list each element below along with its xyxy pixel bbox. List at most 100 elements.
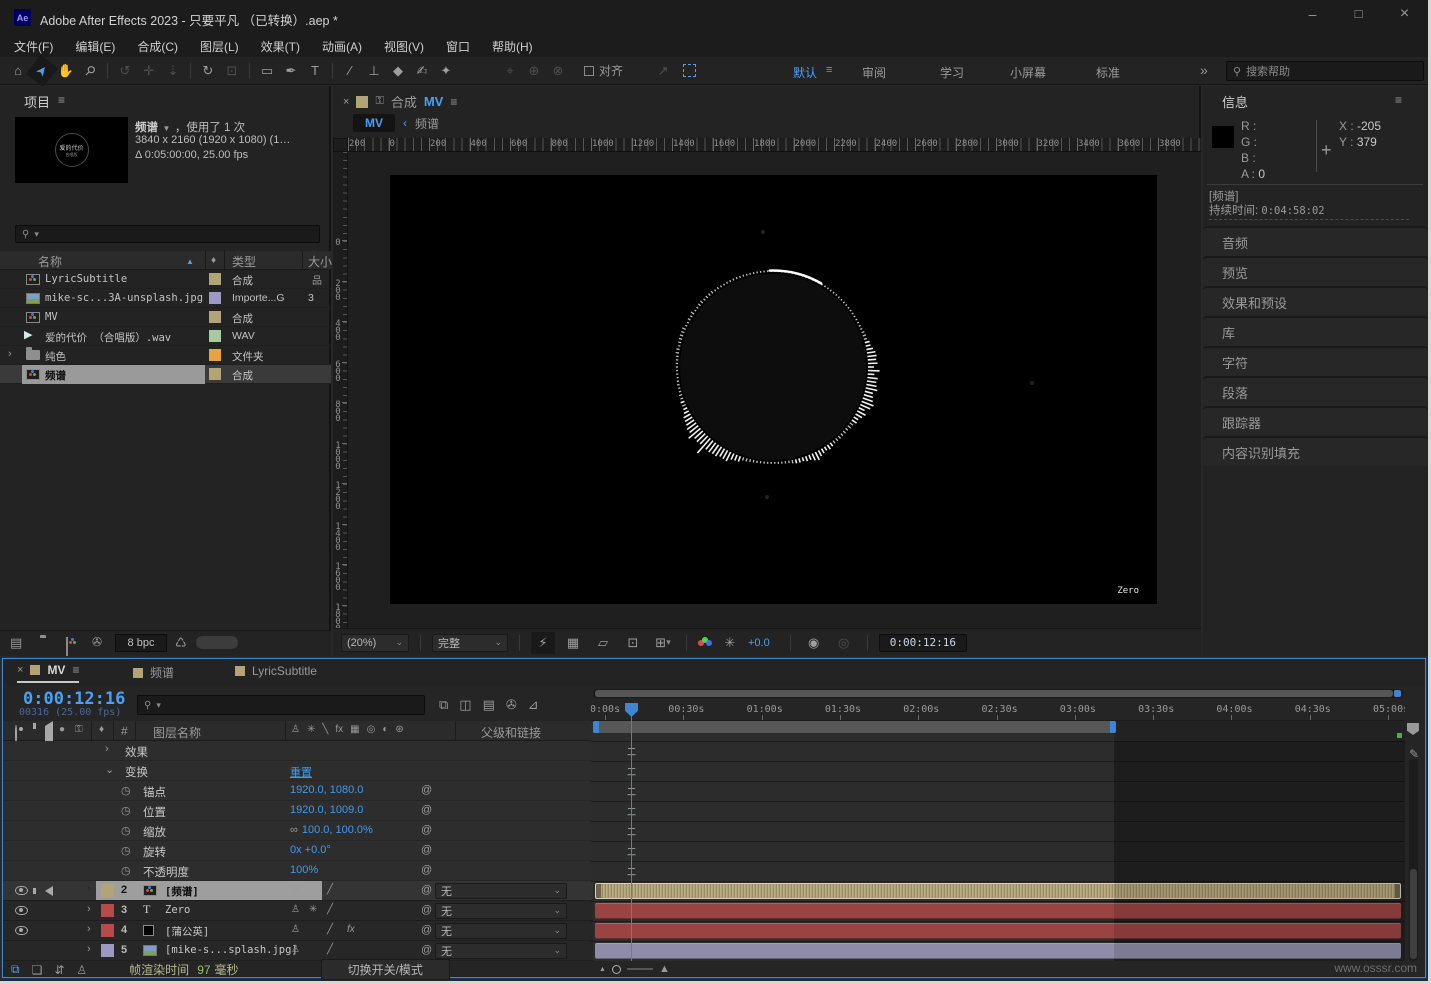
snapshot-icon[interactable]: ◉ bbox=[802, 632, 826, 654]
type-tool-icon[interactable]: T bbox=[303, 60, 327, 82]
pick-whip-icon[interactable]: @ bbox=[421, 824, 432, 836]
label-column-icon[interactable]: ♦ bbox=[211, 255, 216, 266]
puppet-pin-tool-icon[interactable]: ✦ bbox=[434, 60, 458, 82]
layer-expander-icon[interactable]: › bbox=[87, 903, 91, 915]
eye-toggle[interactable] bbox=[15, 886, 28, 895]
layer-bar-4[interactable] bbox=[595, 923, 1401, 939]
eraser-tool-icon[interactable]: ◆ bbox=[386, 60, 410, 82]
pick-whip-icon[interactable]: @ bbox=[421, 884, 432, 896]
menu-item-4[interactable]: 效果(T) bbox=[261, 38, 300, 55]
column-type[interactable]: 类型 bbox=[232, 253, 256, 270]
panel-tab-2[interactable]: 效果和预设 bbox=[1203, 286, 1428, 316]
property-value[interactable]: 重置 bbox=[290, 764, 312, 780]
property-name[interactable]: 缩放 bbox=[143, 824, 166, 840]
region-of-interest-icon[interactable]: ⊡ bbox=[621, 632, 645, 654]
workspace-menu-icon[interactable]: ≡ bbox=[826, 64, 832, 76]
quality-switch[interactable]: ╱ bbox=[327, 884, 333, 895]
exposure-reset-icon[interactable]: ✳ bbox=[718, 632, 742, 654]
comp-marker-bin[interactable] bbox=[1407, 723, 1419, 735]
layer-name-column[interactable]: 图层名称 bbox=[153, 724, 201, 741]
work-area-bar[interactable] bbox=[593, 721, 1116, 733]
toggle-switches-button[interactable]: 切换开关/模式 bbox=[321, 959, 450, 980]
property-value[interactable]: 100% bbox=[290, 864, 318, 876]
parent-dropdown[interactable]: 无⌄ bbox=[435, 903, 567, 919]
property-name[interactable]: 位置 bbox=[143, 804, 166, 820]
viewer-timecode[interactable]: 0:00:12:16 bbox=[879, 634, 967, 652]
layer-bar-5[interactable] bbox=[595, 943, 1401, 959]
switch-col-icon-1[interactable]: ✳ bbox=[307, 724, 315, 735]
property-row-不透明度[interactable]: ◷不透明度100%@ bbox=[3, 861, 593, 881]
property-row-效果[interactable]: ›效果 bbox=[3, 741, 593, 761]
clone-stamp-tool-icon[interactable]: ⊥ bbox=[362, 60, 386, 82]
panel-tab-4[interactable]: 字符 bbox=[1203, 346, 1428, 376]
project-row-3[interactable]: ▶爱的代价 （合唱版）.wavWAV bbox=[0, 327, 331, 346]
project-search-input[interactable]: ⚲▾ bbox=[15, 225, 320, 243]
layer-label-swatch[interactable] bbox=[101, 884, 114, 897]
tab-close-icon[interactable]: × bbox=[17, 664, 23, 676]
group-name[interactable]: 变换 bbox=[125, 764, 148, 780]
menu-item-2[interactable]: 合成(C) bbox=[137, 38, 178, 55]
parent-link-column[interactable]: 父级和链接 bbox=[481, 724, 541, 741]
value-text[interactable]: 重置 bbox=[290, 764, 312, 780]
value-text[interactable]: 100% bbox=[290, 864, 318, 876]
time-ruler[interactable]: 0:00s00:30s01:00s01:30s02:00s02:30s03:00… bbox=[591, 701, 1405, 721]
stopwatch-icon[interactable]: ◷ bbox=[121, 784, 131, 797]
tl-toggle-icon-4[interactable]: ⊿ bbox=[528, 697, 539, 713]
roto-brush-tool-icon[interactable]: ✍ bbox=[410, 60, 434, 82]
selected-item-name[interactable]: 频谱 bbox=[135, 122, 158, 134]
number-column[interactable]: # bbox=[121, 724, 128, 738]
value-text[interactable]: 1920.0, 1080.0 bbox=[290, 784, 363, 796]
layer-bar-2[interactable] bbox=[595, 883, 1401, 899]
panel-tab-7[interactable]: 内容识别填充 bbox=[1203, 436, 1428, 466]
parent-dropdown[interactable]: 无⌄ bbox=[435, 883, 567, 899]
maximize-button[interactable]: □ bbox=[1336, 6, 1381, 21]
label-color-swatch[interactable] bbox=[209, 349, 221, 361]
value-text[interactable]: 1920.0, 1009.0 bbox=[290, 804, 363, 816]
layer-row-3[interactable]: ›3TZero♙✳╱@无⌄ bbox=[3, 901, 593, 921]
project-row-4[interactable]: ›纯色文件夹 bbox=[0, 346, 331, 365]
guides-options-icon[interactable]: ⊞▾ bbox=[651, 632, 675, 654]
parent-dropdown[interactable]: 无⌄ bbox=[435, 943, 567, 959]
value-text[interactable]: 0x +0.0° bbox=[290, 844, 331, 856]
column-size[interactable]: 大小 bbox=[308, 253, 332, 270]
new-composition-icon[interactable] bbox=[66, 638, 68, 656]
column-name[interactable]: 名称 bbox=[38, 253, 62, 270]
collapse-switch[interactable]: ✳ bbox=[309, 904, 317, 915]
stopwatch-icon[interactable]: ◷ bbox=[121, 864, 131, 877]
info-panel-menu-icon[interactable]: ≡ bbox=[1395, 93, 1402, 107]
folder-expander-icon[interactable]: › bbox=[8, 348, 12, 360]
pick-whip-icon[interactable]: @ bbox=[421, 924, 432, 936]
persona-icon[interactable]: ♙ bbox=[76, 963, 87, 977]
value-text[interactable]: 100.0, 100.0% bbox=[302, 824, 373, 836]
workspace-tab-3[interactable]: 小屏幕 bbox=[1010, 64, 1046, 81]
menu-item-1[interactable]: 编辑(E) bbox=[75, 38, 115, 55]
menu-item-8[interactable]: 帮助(H) bbox=[492, 38, 533, 55]
zoom-in-mountain-icon[interactable]: ▲ bbox=[659, 963, 670, 975]
scrollbar-thumb[interactable] bbox=[196, 636, 238, 649]
mask-feather-icon[interactable]: ↗ bbox=[651, 60, 675, 82]
property-name[interactable]: 旋转 bbox=[143, 844, 166, 860]
parent-dropdown[interactable]: 无⌄ bbox=[435, 923, 567, 939]
property-value[interactable]: 1920.0, 1009.0 bbox=[290, 804, 363, 816]
shy-switch[interactable]: ♙ bbox=[291, 904, 300, 915]
color-depth-button[interactable]: 8 bpc bbox=[115, 634, 167, 652]
comp-label-swatch[interactable] bbox=[356, 96, 368, 108]
rotation-tool-icon[interactable]: ↻ bbox=[196, 60, 220, 82]
home-tool-icon[interactable]: ⌂ bbox=[6, 60, 30, 82]
timeline-zoom-control[interactable]: ▲ ▲ bbox=[599, 963, 670, 975]
stopwatch-icon[interactable]: ◷ bbox=[121, 804, 131, 817]
layer-row-5[interactable]: ›5[mike-s...splash.jpg]♙╱@无⌄ bbox=[3, 941, 593, 961]
dolly-camera-tool-icon[interactable]: ⇣ bbox=[161, 60, 185, 82]
label-color-swatch[interactable] bbox=[209, 292, 221, 304]
label-color-swatch[interactable] bbox=[209, 311, 221, 323]
workspace-tab-4[interactable]: 标准 bbox=[1096, 64, 1120, 81]
label-color-swatch[interactable] bbox=[209, 368, 221, 380]
menu-item-5[interactable]: 动画(A) bbox=[322, 38, 362, 55]
layer-name[interactable]: [mike-s...splash.jpg] bbox=[165, 944, 298, 956]
label-color-swatch[interactable] bbox=[209, 330, 221, 342]
property-value[interactable]: 1920.0, 1080.0 bbox=[290, 784, 363, 796]
layer-name[interactable]: [频谱] bbox=[165, 884, 199, 899]
switch-col-icon-6[interactable]: ◐ bbox=[382, 724, 388, 735]
project-row-0[interactable]: LyricSubtitle合成品 bbox=[0, 270, 331, 289]
live-update-icon[interactable]: ❏ bbox=[32, 963, 43, 977]
